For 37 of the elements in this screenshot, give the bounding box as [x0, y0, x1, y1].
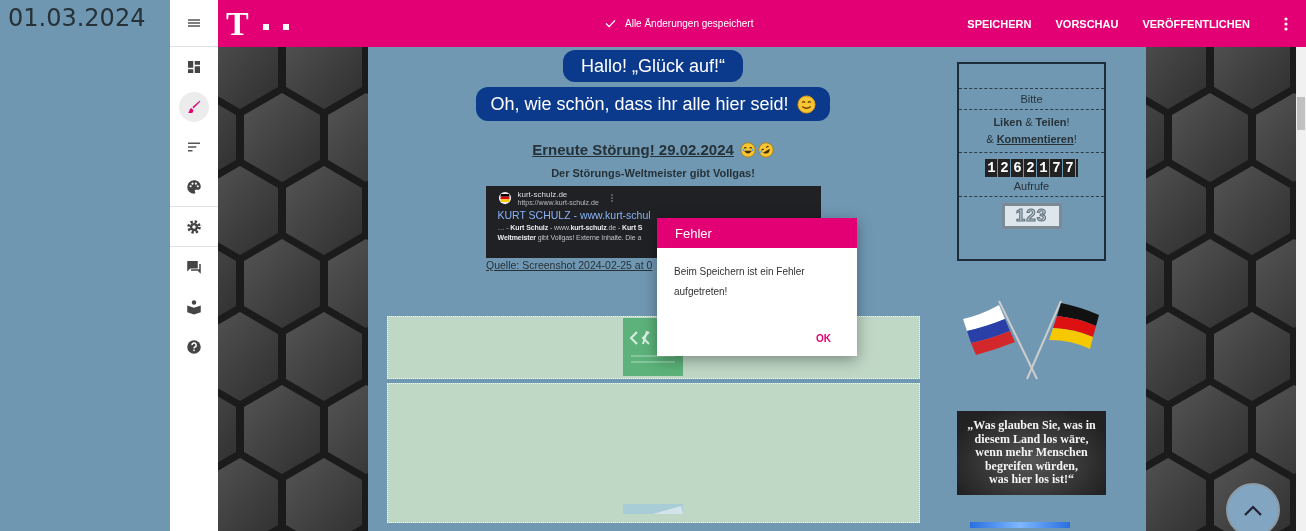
toolbar-button[interactable]: SPEICHERN: [955, 11, 1044, 36]
save-status: Alle Änderungen gespeichert: [625, 18, 754, 29]
more-options-icon: [610, 194, 613, 202]
toolbar-button[interactable]: VERÖFFENTLICHEN: [1130, 11, 1262, 36]
laughing-face-icon: [757, 141, 774, 158]
help-icon: [185, 337, 203, 356]
laughing-face-icon: [739, 141, 756, 158]
scrollbar-thumb[interactable]: [1297, 97, 1305, 130]
date-label: 01.03.2024: [8, 4, 146, 32]
source-link[interactable]: Quelle: Screenshot 2024-02-25 at 0: [486, 259, 653, 271]
bubble-text: Hallo! „Glück auf!“: [580, 55, 725, 77]
quote-text: „Was glauben Sie, was in diesem Land los wäre, wenn mehr Menschen begreifen würden, was hier los ist!“: [967, 419, 1096, 487]
hit-counter: 123: [1001, 203, 1062, 229]
please-label: Bitte: [1020, 93, 1043, 105]
reader-icon: [185, 297, 203, 316]
views-label: Aufrufe: [1013, 180, 1050, 192]
html-code-icon: [623, 504, 683, 514]
palette-icon: [185, 177, 203, 196]
smiling-face-icon: [796, 94, 816, 114]
flag-icon: [497, 191, 512, 205]
dialog-title: Fehler: [675, 225, 712, 241]
comment-link[interactable]: Kommentieren: [996, 133, 1074, 145]
scrollbar[interactable]: [1296, 47, 1306, 531]
call-to-action-text: Liken & Teilen! & Kommentieren!: [986, 115, 1077, 147]
post-heading: Erneute Störung! 29.02.2024: [532, 141, 734, 158]
logo-dots-icon: [262, 23, 291, 30]
dialog-message: Beim Speichern ist ein Fehler aufgetreten!: [674, 265, 806, 299]
result-title: KURT SCHULZ - www.kurt-schul: [497, 209, 651, 221]
chevron-up-icon: [1243, 505, 1263, 517]
toolbar-button[interactable]: VORSCHAU: [1043, 11, 1131, 36]
bubble-text: Oh, wie schön, dass ihr alle hier seid!: [490, 93, 789, 115]
ok-button[interactable]: OK: [812, 331, 835, 346]
site-name: kurt-schulz.de: [517, 190, 569, 199]
check-icon: [605, 19, 616, 28]
post-subheading: Der Störungs-Weltmeister gibt Vollgas!: [551, 167, 755, 179]
logo: T: [226, 6, 249, 41]
settings-icon: [185, 217, 203, 236]
